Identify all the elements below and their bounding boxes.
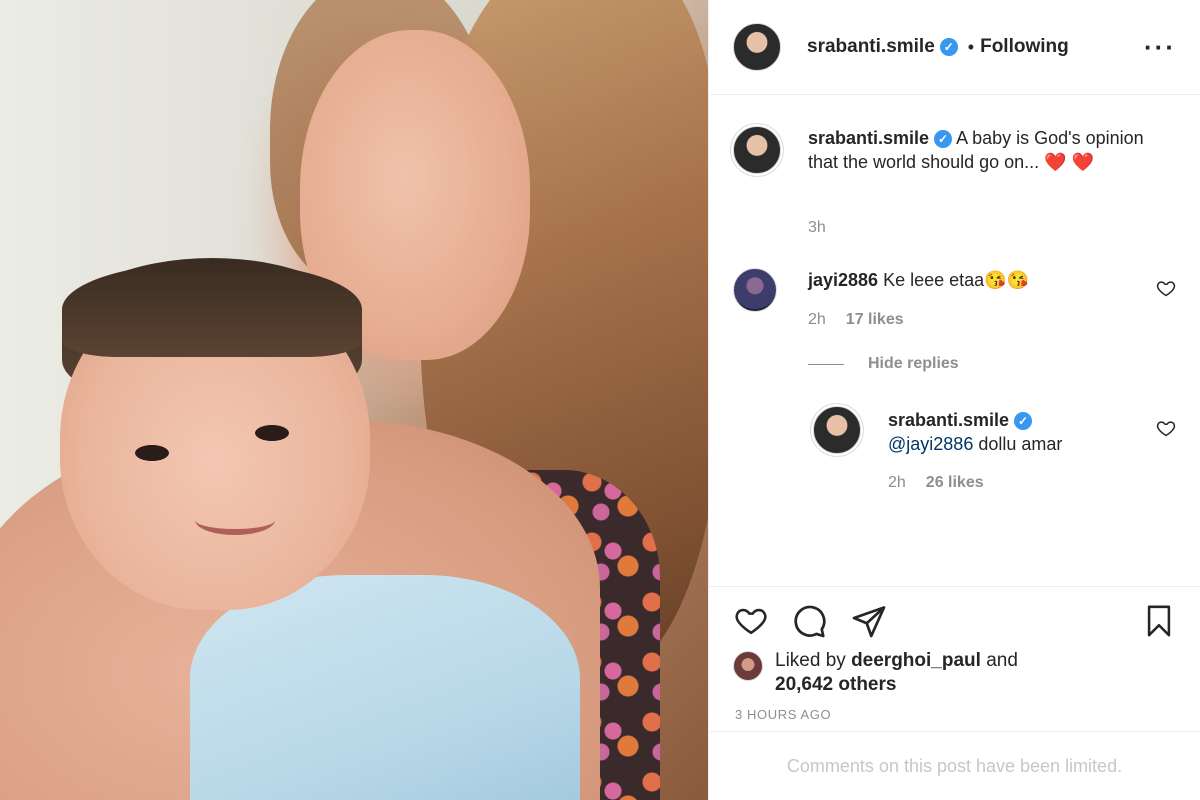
action-icons xyxy=(733,603,1176,639)
reply-meta: 2h 26 likes xyxy=(888,474,984,492)
commenter-avatar[interactable] xyxy=(733,268,777,312)
liked-by-summary: Liked by deerghoi_paul and 20,642 others xyxy=(733,649,1018,697)
heart-icon[interactable] xyxy=(733,603,769,637)
reply-body: dollu amar xyxy=(973,434,1063,454)
post-header: srabanti.smile ✓ • Following ··· xyxy=(709,0,1200,95)
post-timestamp[interactable]: 3 HOURS AGO xyxy=(735,707,831,722)
comment-text: jayi2886 Ke leee etaa😘😘 xyxy=(808,268,1136,292)
caption-entry: srabanti.smile ✓ A baby is God's opinion … xyxy=(733,126,1176,236)
liked-by-and: and xyxy=(986,650,1018,671)
photo-baby-left-eye xyxy=(135,445,169,461)
reply-author-username[interactable]: srabanti.smile xyxy=(888,410,1009,430)
reply-likes[interactable]: 26 likes xyxy=(926,474,984,491)
author-avatar[interactable] xyxy=(733,23,781,71)
share-icon[interactable] xyxy=(851,603,887,639)
comments-section: srabanti.smile ✓ A baby is God's opinion … xyxy=(709,96,1200,586)
caption-text: srabanti.smile ✓ A baby is God's opinion … xyxy=(808,126,1176,174)
caption-author-avatar[interactable] xyxy=(733,126,781,174)
author-username[interactable]: srabanti.smile xyxy=(807,36,935,58)
comments-limited-notice: Comments on this post have been limited. xyxy=(709,731,1200,800)
liker-username[interactable]: deerghoi_paul xyxy=(851,650,981,671)
reply-time[interactable]: 2h xyxy=(888,474,906,491)
like-reply-heart-icon[interactable] xyxy=(1156,418,1176,438)
hide-replies-line xyxy=(808,363,844,365)
photo-baby-smile xyxy=(195,505,275,535)
following-button[interactable]: Following xyxy=(980,36,1069,58)
caption-author-username[interactable]: srabanti.smile xyxy=(808,128,929,148)
reply-mention-link[interactable]: @jayi2886 xyxy=(888,434,973,454)
verified-icon: ✓ xyxy=(939,38,958,56)
separator-dot: • xyxy=(967,36,975,57)
photo-baby-hair-front xyxy=(62,262,362,357)
liked-by-text: Liked by deerghoi_paul and 20,642 others xyxy=(775,649,1018,697)
commenter-username[interactable]: jayi2886 xyxy=(808,270,878,290)
author-info: srabanti.smile ✓ • Following xyxy=(807,36,1069,58)
comment-likes[interactable]: 17 likes xyxy=(846,311,904,328)
bookmark-icon[interactable] xyxy=(1142,603,1176,639)
caption-time[interactable]: 3h xyxy=(808,219,826,237)
comment-icon[interactable] xyxy=(791,603,827,639)
post-photo[interactable] xyxy=(0,0,708,800)
reply-item: srabanti.smile ✓ @jayi2886 dollu amar 2h 2… xyxy=(813,406,1176,496)
comment-time[interactable]: 2h xyxy=(808,311,826,328)
comment-meta: 2h 17 likes xyxy=(808,311,904,329)
likes-count[interactable]: 20,642 others xyxy=(775,674,896,695)
hide-replies-label: Hide replies xyxy=(868,355,959,372)
like-comment-heart-icon[interactable] xyxy=(1156,278,1176,298)
photo-baby-right-eye xyxy=(255,425,289,441)
post-actions: Liked by deerghoi_paul and 20,642 others… xyxy=(709,586,1200,731)
reply-author-avatar[interactable] xyxy=(813,406,861,454)
ellipsis-icon[interactable]: ··· xyxy=(1144,34,1176,60)
comment-body: Ke leee etaa😘😘 xyxy=(883,270,1030,290)
reply-text: srabanti.smile ✓ @jayi2886 dollu amar xyxy=(888,408,1136,456)
verified-icon: ✓ xyxy=(1014,412,1033,431)
verified-icon: ✓ xyxy=(934,130,953,149)
liker-avatar[interactable] xyxy=(733,651,763,681)
hide-replies-button[interactable]: Hide replies xyxy=(808,355,959,373)
comment-item: jayi2886 Ke leee etaa😘😘 2h 17 likes xyxy=(733,268,1176,338)
photo-baby-onesie xyxy=(190,575,580,800)
post-side-panel: srabanti.smile ✓ • Following ··· srabant… xyxy=(708,0,1200,800)
liked-by-prefix: Liked by xyxy=(775,650,846,671)
